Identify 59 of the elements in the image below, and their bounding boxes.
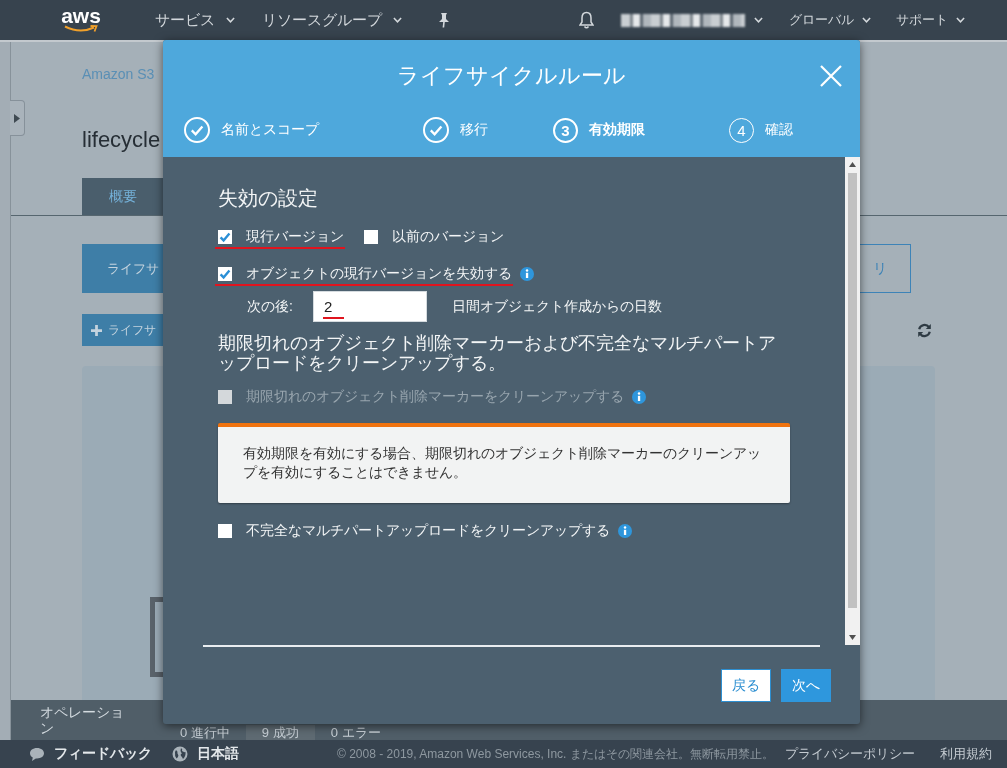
checkbox-label[interactable]: 現行バージョン	[246, 228, 344, 246]
days-input[interactable]: 2	[313, 291, 427, 322]
checkbox-label[interactable]: 以前のバージョン	[392, 228, 504, 246]
back-button[interactable]: 戻る	[721, 669, 771, 702]
copyright-text: © 2008 - 2019, Amazon Web Services, Inc. またはその関連会社。無断転用禁止。	[337, 745, 774, 763]
pushpin-icon[interactable]	[437, 12, 451, 28]
field-suffix: 日間オブジェクト作成からの日数	[452, 297, 662, 316]
checkbox[interactable]	[218, 524, 232, 538]
checkbox[interactable]	[364, 230, 378, 244]
footer-link[interactable]: 利用規約	[940, 745, 992, 763]
nav-menu[interactable]: サポート	[896, 11, 965, 29]
nav-menu[interactable]: リソースグループ	[262, 10, 402, 30]
warning-alert: 有効期限を有効にする場合、期限切れのオブジェクト削除マーカーのクリーンアップを有効にすることはできません。	[218, 423, 790, 503]
speech-bubble-icon	[29, 746, 45, 762]
sidebar-toggle[interactable]	[10, 100, 25, 136]
close-button[interactable]	[820, 65, 842, 87]
logo-text[interactable]: aws	[61, 7, 101, 25]
operation-count-tab[interactable]: 0 エラー	[314, 725, 397, 740]
close-icon	[820, 65, 842, 87]
nav-menu[interactable]: グローバル	[789, 11, 871, 29]
plus-icon	[91, 324, 102, 336]
operation-count-tab[interactable]: 0 進行中	[164, 725, 246, 740]
scroll-up-arrow-icon[interactable]	[849, 162, 856, 167]
step-label: 有効期限	[589, 121, 645, 139]
footer-link[interactable]: プライバシーポリシー	[785, 745, 915, 763]
nav-menu[interactable]: サービス	[155, 10, 235, 30]
chevron-down-icon	[754, 17, 763, 23]
chevron-down-icon	[393, 17, 402, 23]
caret-right-icon	[14, 113, 20, 123]
step-label: 移行	[460, 121, 488, 139]
section-title: 期限切れのオブジェクト削除マーカーおよび不完全なマルチパートアップロードをクリーンアップする。	[218, 333, 777, 373]
info-icon[interactable]	[632, 390, 646, 404]
checkbox[interactable]	[218, 267, 232, 281]
info-icon[interactable]	[618, 524, 632, 538]
scrollbar[interactable]	[845, 157, 860, 645]
chevron-down-icon	[862, 17, 871, 23]
info-icon[interactable]	[520, 267, 534, 281]
checkbox-label[interactable]: オブジェクトの現行バージョンを失効する	[246, 265, 512, 283]
operations-label: オペレーション	[40, 704, 125, 736]
step-label: 名前とスコープ	[221, 121, 319, 139]
section-title: 失効の設定	[218, 186, 318, 211]
checkbox-label[interactable]: 不完全なマルチパートアップロードをクリーンアップする	[246, 522, 610, 540]
scrollbar-thumb[interactable]	[848, 173, 857, 608]
chevron-down-icon	[226, 17, 235, 23]
operation-count-tab[interactable]: 9 成功	[245, 725, 315, 740]
chevron-down-icon	[956, 17, 965, 23]
smile-arrow-icon	[64, 25, 98, 33]
bell-icon[interactable]	[579, 11, 594, 29]
checkbox[interactable]	[218, 230, 232, 244]
step-number: 3	[553, 117, 578, 143]
field-label: 次の後:	[247, 297, 294, 316]
page-title: lifecycle	[82, 127, 161, 153]
scroll-down-arrow-icon[interactable]	[849, 635, 856, 640]
feedback-link[interactable]: フィードバック	[54, 745, 152, 763]
dialog-title: ライフサイクルルール	[396, 62, 627, 90]
step-label: 確認	[765, 121, 793, 139]
refresh-icon[interactable]	[917, 322, 932, 338]
language-selector[interactable]: 日本語	[197, 745, 239, 763]
globe-icon	[172, 746, 188, 762]
